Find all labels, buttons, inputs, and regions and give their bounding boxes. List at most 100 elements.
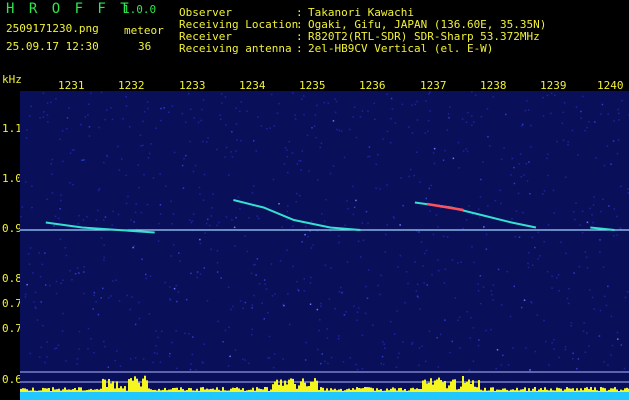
noise-speckle [566,297,569,300]
noise-speckle [103,259,105,261]
noise-speckle [618,112,620,115]
noise-speckle [424,252,426,255]
noise-speckle [338,235,340,237]
noise-speckle [318,329,320,332]
noise-speckle [304,225,307,228]
noise-speckle [546,157,548,160]
noise-speckle [581,231,584,234]
noise-speckle [112,280,114,282]
noise-speckle [71,279,73,281]
noise-speckle [553,339,555,341]
noise-speckle [542,193,544,195]
audio-level-bar [440,380,442,392]
noise-speckle [286,218,288,221]
noise-speckle [411,132,414,134]
noise-speckle [92,308,94,310]
noise-speckle [425,100,427,102]
noise-speckle [399,254,402,257]
noise-speckle [87,347,89,350]
noise-speckle [240,101,242,103]
audio-level-bar [622,390,624,392]
noise-speckle [266,128,268,130]
audio-level-bar [254,390,256,392]
noise-speckle [84,116,87,118]
noise-speckle [458,316,461,318]
audio-level-bar [552,390,554,392]
noise-speckle [518,236,521,238]
noise-speckle [224,329,227,332]
noise-speckle [377,153,379,156]
audio-level-bar [72,389,74,392]
noise-speckle [332,120,335,122]
audio-level-bar [424,379,426,392]
noise-speckle [624,296,627,299]
noise-speckle [366,297,369,299]
noise-speckle [425,360,427,363]
noise-speckle [134,323,137,326]
noise-speckle [542,96,544,99]
noise-speckle [562,139,565,142]
noise-speckle [69,270,71,272]
noise-speckle [87,114,89,116]
noise-speckle [42,92,45,94]
noise-speckle [372,324,374,326]
noise-speckle [97,313,100,316]
noise-speckle [59,138,61,140]
audio-level-bar [600,387,602,392]
audio-level-bar [194,390,196,392]
noise-speckle [276,112,279,114]
noise-speckle [536,314,538,316]
audio-level-bar [308,386,310,392]
noise-speckle [438,269,440,272]
noise-speckle [526,100,528,102]
noise-speckle [605,304,608,307]
noise-speckle [502,354,504,357]
noise-speckle [462,227,464,230]
noise-speckle [97,209,99,212]
audio-level-bar [342,390,344,392]
noise-speckle [428,330,431,332]
noise-speckle [207,137,209,139]
noise-speckle [470,316,472,319]
meteor-label: meteor [124,24,164,37]
audio-level-bar [280,379,282,392]
noise-speckle [224,156,226,158]
noise-speckle [193,117,195,119]
noise-speckle [283,163,286,165]
noise-speckle [100,91,103,94]
noise-speckle [418,364,420,367]
noise-speckle [39,275,42,278]
audio-level-bar [512,389,514,392]
noise-speckle [509,315,512,318]
audio-level-bar [462,376,464,392]
audio-level-bar [196,388,198,392]
noise-speckle [40,346,42,349]
noise-speckle [191,353,194,356]
noise-speckle [563,102,566,104]
noise-speckle [310,276,312,279]
filename-label: 2509171230.png [6,22,99,35]
noise-speckle [526,180,529,182]
noise-speckle [117,145,119,148]
noise-speckle [83,271,85,273]
app-title: H R O F F T [6,1,132,17]
noise-speckle [556,277,558,279]
audio-level-bar [296,388,298,392]
audio-level-base [20,392,629,400]
noise-speckle [552,189,555,192]
noise-speckle [110,107,112,109]
noise-speckle [303,113,305,116]
noise-speckle [328,298,331,300]
noise-speckle [236,139,238,141]
noise-speckle [402,341,404,343]
noise-speckle [29,115,31,117]
noise-speckle [27,253,30,255]
noise-speckle [203,173,206,176]
noise-speckle [334,307,336,310]
noise-speckle [271,295,274,297]
noise-speckle [286,210,289,213]
noise-speckle [356,319,358,322]
noise-speckle [133,221,135,223]
noise-speckle [78,348,80,350]
noise-speckle [317,179,319,181]
